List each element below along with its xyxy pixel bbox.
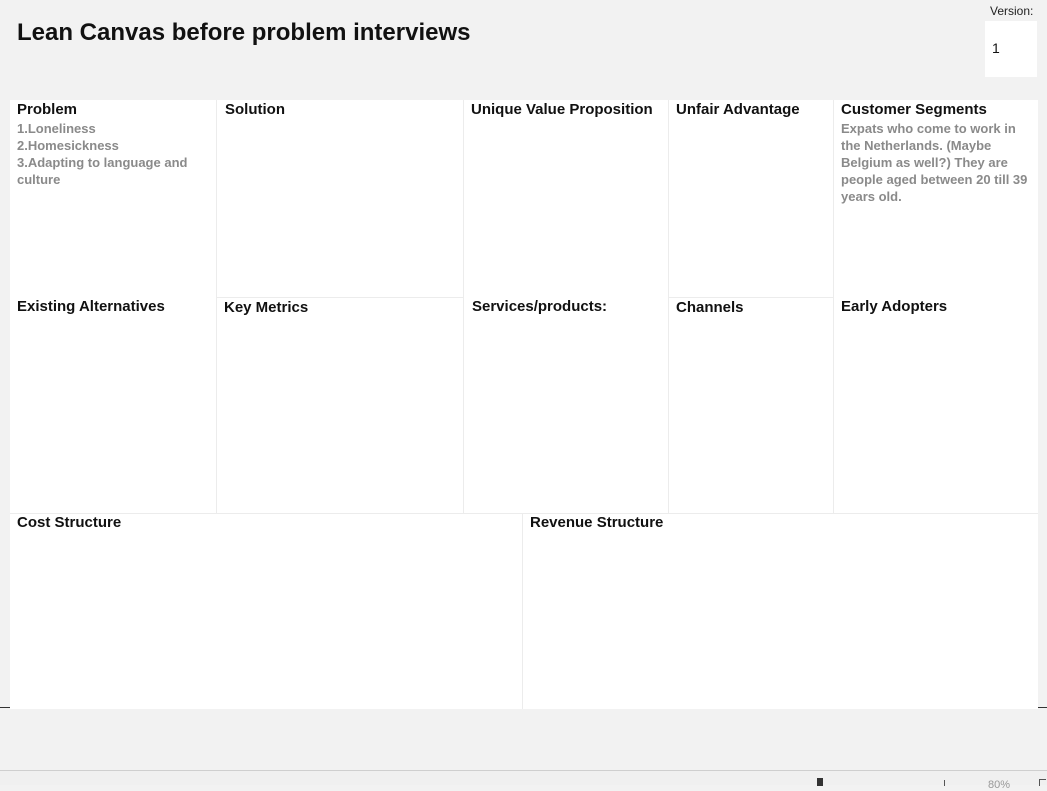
customer-segments-cell[interactable]: Customer Segments Expats who come to wor… <box>834 100 1038 297</box>
problem-item: 1.Loneliness <box>17 121 96 136</box>
page-title: Lean Canvas before problem interviews <box>17 19 471 46</box>
zoom-level[interactable]: 80% <box>988 779 1010 791</box>
early-adopters-title: Early Adopters <box>841 298 948 315</box>
early-adopters-cell[interactable]: Early Adopters <box>834 297 1038 513</box>
revenue-structure-cell[interactable]: Revenue Structure <box>523 513 1038 709</box>
channels-title: Channels <box>676 299 744 316</box>
uvp-title: Unique Value Proposition <box>471 101 653 118</box>
customer-segments-title: Customer Segments <box>841 101 987 118</box>
problem-item: 2.Homesickness <box>17 138 119 153</box>
problem-item: 3.Adapting to language and culture <box>17 155 188 187</box>
lean-canvas: Problem 1.Loneliness 2.Homesickness 3.Ad… <box>10 100 1038 709</box>
cost-structure-cell[interactable]: Cost Structure <box>10 513 523 709</box>
page-break-line-right <box>1038 707 1047 708</box>
page-break-line-left <box>0 707 10 708</box>
version-label: Version: <box>990 4 1034 18</box>
uvp-cell[interactable]: Unique Value Proposition <box>464 100 669 297</box>
version-value: 1 <box>992 40 1000 56</box>
key-metrics-title: Key Metrics <box>224 299 309 316</box>
status-bar: 80% <box>0 770 1047 791</box>
services-products-title: Services/products: <box>472 298 608 315</box>
zoom-slider-thumb[interactable] <box>817 778 823 786</box>
customer-segments-text: Expats who come to work in the Netherlan… <box>841 121 1028 204</box>
version-field[interactable]: 1 <box>985 21 1037 77</box>
solution-title: Solution <box>225 101 285 118</box>
existing-alternatives-title: Existing Alternatives <box>17 298 165 315</box>
problem-cell[interactable]: Problem 1.Loneliness 2.Homesickness 3.Ad… <box>10 100 217 297</box>
unfair-advantage-cell[interactable]: Unfair Advantage <box>669 100 834 298</box>
cost-structure-title: Cost Structure <box>17 514 122 531</box>
key-metrics-cell[interactable]: Key Metrics <box>217 298 464 513</box>
services-products-cell[interactable]: Services/products: <box>464 297 669 513</box>
revenue-structure-title: Revenue Structure <box>530 514 664 531</box>
channels-cell[interactable]: Channels <box>669 298 834 513</box>
problem-list: 1.Loneliness 2.Homesickness 3.Adapting t… <box>17 120 209 188</box>
problem-title: Problem <box>17 101 78 118</box>
existing-alternatives-cell[interactable]: Existing Alternatives <box>10 297 217 513</box>
solution-cell[interactable]: Solution <box>217 100 464 298</box>
unfair-advantage-title: Unfair Advantage <box>676 101 800 118</box>
zoom-slider-tick <box>944 780 945 786</box>
fit-page-icon[interactable] <box>1039 779 1046 786</box>
